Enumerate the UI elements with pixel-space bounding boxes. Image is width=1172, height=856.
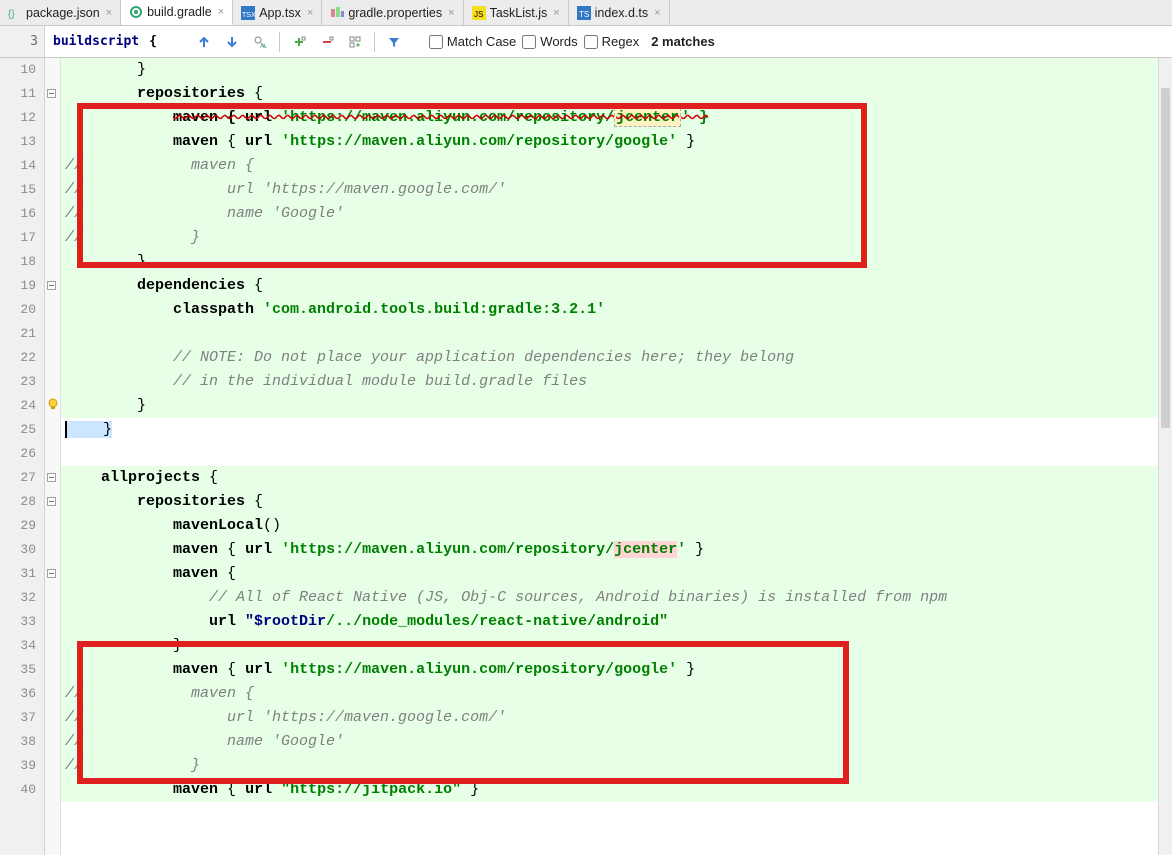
gradle-icon <box>129 5 143 19</box>
select-all-occurrences-button[interactable] <box>344 31 366 53</box>
tab-package-json[interactable]: {} package.json × <box>0 0 121 25</box>
fold-toggle[interactable] <box>47 473 56 482</box>
next-match-button[interactable] <box>221 31 243 53</box>
close-icon[interactable]: × <box>104 7 114 19</box>
close-icon[interactable]: × <box>652 7 662 19</box>
props-icon <box>330 6 344 20</box>
close-icon[interactable]: × <box>305 7 315 19</box>
filter-button[interactable] <box>383 31 405 53</box>
match-case-checkbox[interactable]: Match Case <box>429 34 516 49</box>
select-all-button[interactable]: ALL <box>249 31 271 53</box>
code-area[interactable]: } repositories { maven { url 'https://ma… <box>61 58 1172 855</box>
tab-app-tsx[interactable]: TSX App.tsx × <box>233 0 322 25</box>
breadcrumb[interactable]: buildscript { <box>51 34 163 49</box>
breadcrumb-line-no: 3 <box>0 26 45 57</box>
code-editor[interactable]: 1011121314151617181920212223242526272829… <box>0 58 1172 855</box>
match-count: 2 matches <box>645 34 715 49</box>
vertical-scrollbar[interactable] <box>1158 58 1172 855</box>
prev-match-button[interactable] <box>193 31 215 53</box>
svg-text:TSX: TSX <box>242 12 255 19</box>
close-icon[interactable]: × <box>551 7 561 19</box>
words-checkbox[interactable]: Words <box>522 34 577 49</box>
svg-text:JS: JS <box>474 10 483 19</box>
regex-checkbox[interactable]: Regex <box>584 34 640 49</box>
close-icon[interactable]: × <box>216 6 226 18</box>
find-toolbar: 3 buildscript { ALL Match Case Words Reg… <box>0 26 1172 58</box>
js-icon: JS <box>472 6 486 20</box>
line-gutter: 1011121314151617181920212223242526272829… <box>0 58 45 855</box>
remove-selection-button[interactable] <box>316 31 338 53</box>
json-icon: {} <box>8 6 22 20</box>
separator <box>279 32 280 52</box>
tab-label: build.gradle <box>147 5 212 19</box>
tab-tasklist-js[interactable]: JS TaskList.js × <box>464 0 569 25</box>
breadcrumb-kw: buildscript <box>53 34 139 49</box>
fold-toggle[interactable] <box>47 569 56 578</box>
tab-label: gradle.properties <box>348 6 442 20</box>
fold-strip <box>45 58 61 855</box>
tab-index-dts[interactable]: TS index.d.ts × <box>569 0 670 25</box>
scroll-thumb[interactable] <box>1161 88 1170 428</box>
svg-text:ALL: ALL <box>260 44 267 49</box>
separator <box>374 32 375 52</box>
svg-text:TS: TS <box>579 10 589 19</box>
tab-label: TaskList.js <box>490 6 548 20</box>
close-icon[interactable]: × <box>446 7 456 19</box>
fold-toggle[interactable] <box>47 281 56 290</box>
svg-text:{}: {} <box>8 9 15 20</box>
add-selection-button[interactable] <box>288 31 310 53</box>
breadcrumb-brace: { <box>149 34 157 49</box>
fold-toggle[interactable] <box>47 89 56 98</box>
tsx-icon: TSX <box>241 6 255 20</box>
editor-tabs: {} package.json × build.gradle × TSX App… <box>0 0 1172 26</box>
tab-label: index.d.ts <box>595 6 649 20</box>
tab-label: package.json <box>26 6 100 20</box>
tab-gradle-properties[interactable]: gradle.properties × <box>322 0 463 25</box>
intention-bulb-icon[interactable] <box>47 398 59 410</box>
tab-build-gradle[interactable]: build.gradle × <box>121 0 233 25</box>
ts-icon: TS <box>577 6 591 20</box>
fold-toggle[interactable] <box>47 497 56 506</box>
tab-label: App.tsx <box>259 6 301 20</box>
